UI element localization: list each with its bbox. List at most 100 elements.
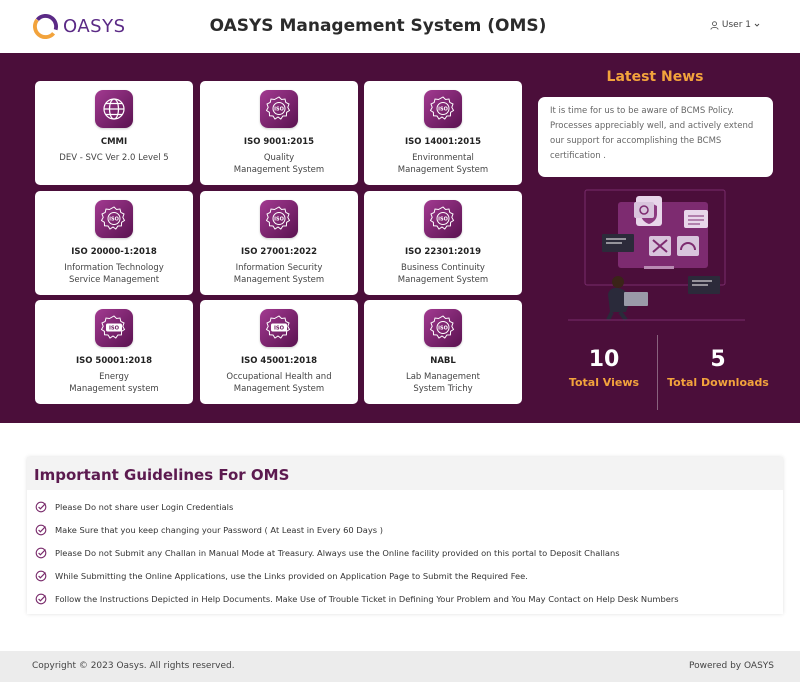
- card-subtitle-line: Lab Management: [405, 372, 481, 382]
- guideline-text: Make Sure that you keep changing your Pa…: [55, 525, 383, 536]
- card-title: ISO 20000-1:2018: [71, 247, 157, 257]
- card-subtitle-line: Management System: [233, 165, 325, 175]
- latest-news-heading: Latest News: [606, 69, 704, 85]
- certification-card[interactable]: ISO NABL Lab Management System Trichy: [364, 300, 522, 404]
- stats-panel: 10 Total Views 5 Total Downloads: [550, 335, 772, 410]
- card-subtitle: Occupational Health and Management System: [204, 371, 354, 395]
- iso-badge-icon: ISO: [95, 200, 133, 238]
- guidelines-list: Please Do not share user Login Credentia…: [27, 490, 783, 610]
- card-subtitle-line: Management System: [397, 165, 489, 175]
- user-menu-button[interactable]: User 1: [710, 20, 760, 30]
- hero-section: CMMI DEV - SVC Ver 2.0 Level 5 ISO ISO 9001…: [0, 53, 800, 423]
- card-subtitle: Lab Management System Trichy: [368, 371, 518, 395]
- certification-card[interactable]: ISO ISO 14001:2015 Environmental Management…: [364, 81, 522, 185]
- certification-card[interactable]: ISO ISO 20000-1:2018 Information Technolog…: [35, 191, 193, 295]
- page-footer: Copyright © 2023 Oasys. All rights reser…: [0, 651, 800, 682]
- total-views-stat: 10 Total Views: [550, 335, 658, 410]
- iso-badge-icon: ISO: [260, 90, 298, 128]
- card-title: ISO 27001:2022: [240, 247, 318, 257]
- check-circle-icon: [35, 593, 47, 604]
- certification-card[interactable]: ISO ISO 45001:2018 Occupational Health and…: [200, 300, 358, 404]
- guideline-item: While Submitting the Online Applications…: [35, 564, 775, 587]
- card-subtitle: Energy Management system: [39, 371, 189, 395]
- svg-text:ISO: ISO: [109, 325, 120, 331]
- iso-badge-icon: ISO: [424, 200, 462, 238]
- card-subtitle-line: Management System: [397, 275, 489, 285]
- user-icon: [710, 20, 719, 30]
- card-subtitle-line: Management System: [233, 384, 325, 394]
- guideline-item: Please Do not share user Login Credentia…: [35, 496, 775, 519]
- card-subtitle: Information Technology Service Management: [39, 262, 189, 286]
- card-subtitle-line: Environmental: [412, 153, 474, 163]
- check-circle-icon: [35, 547, 47, 559]
- card-subtitle-line: Occupational Health and: [226, 372, 332, 382]
- card-subtitle-line: Energy: [99, 372, 129, 382]
- total-downloads-value: 5: [710, 347, 726, 372]
- guidelines-heading: Important Guidelines For OMS: [27, 457, 783, 490]
- card-subtitle: DEV - SVC Ver 2.0 Level 5: [39, 152, 189, 164]
- certification-card[interactable]: ISO ISO 22301:2019 Business Continuity Mana…: [364, 191, 522, 295]
- card-subtitle-line: Business Continuity: [401, 263, 485, 273]
- certification-card[interactable]: ISO ISO 50001:2018 Energy Management system: [35, 300, 193, 404]
- check-circle-icon: [35, 502, 47, 513]
- iso-badge-icon: ISO: [260, 200, 298, 238]
- guideline-item: Follow the Instructions Depicted in Help…: [35, 587, 775, 610]
- guideline-text: While Submitting the Online Applications…: [55, 570, 528, 581]
- iso-badge-icon: ISO: [424, 90, 462, 128]
- svg-text:ISO: ISO: [274, 217, 284, 223]
- powered-by-text: Powered by OASYS: [688, 661, 774, 671]
- card-title: ISO 45001:2018: [240, 356, 318, 366]
- guideline-item: Make Sure that you keep changing your Pa…: [35, 519, 775, 542]
- iso-label-icon: ISO: [260, 309, 298, 347]
- certification-card[interactable]: ISO ISO 9001:2015 Quality Management System: [200, 81, 358, 185]
- card-title: ISO 9001:2015: [243, 137, 315, 147]
- guideline-text: Please Do not share user Login Credentia…: [55, 502, 234, 513]
- card-title: CMMI: [100, 137, 128, 147]
- svg-text:ISO: ISO: [274, 107, 284, 113]
- card-title: ISO 22301:2019: [404, 247, 482, 257]
- svg-text:ISO: ISO: [438, 217, 448, 223]
- card-subtitle: Environmental Management System: [368, 152, 518, 176]
- card-subtitle-line: DEV - SVC Ver 2.0 Level 5: [59, 153, 169, 163]
- certification-card[interactable]: ISO ISO 27001:2022 Information Security Man…: [200, 191, 358, 295]
- svg-text:ISO: ISO: [274, 325, 285, 331]
- card-title: ISO 50001:2018: [75, 356, 153, 366]
- card-subtitle-line: Service Management: [68, 275, 160, 285]
- latest-news-box: It is time for us to be aware of BCMS Po…: [538, 97, 773, 177]
- copyright-text: Copyright © 2023 Oasys. All rights reser…: [32, 661, 235, 671]
- card-subtitle-line: Information Security: [235, 263, 323, 273]
- check-circle-icon: [35, 570, 47, 582]
- guidelines-panel: Important Guidelines For OMS Please Do n…: [27, 457, 783, 614]
- globe-icon: [95, 90, 133, 128]
- guideline-text: Please Do not Submit any Challan in Manu…: [55, 547, 620, 558]
- total-downloads-label: Total Downloads: [667, 376, 769, 389]
- page-title: OASYS Management System (OMS): [209, 16, 547, 36]
- total-views-label: Total Views: [568, 376, 640, 389]
- chevron-down-icon: [754, 23, 760, 27]
- card-subtitle-line: Management System: [233, 275, 325, 285]
- stats-divider: [657, 335, 658, 410]
- card-subtitle: Quality Management System: [204, 152, 354, 176]
- card-title: ISO 14001:2015: [404, 137, 482, 147]
- user-name: User 1: [721, 20, 751, 30]
- iso-label-icon: ISO: [95, 309, 133, 347]
- card-subtitle: Business Continuity Management System: [368, 262, 518, 286]
- total-views-value: 10: [588, 347, 620, 372]
- card-subtitle-line: Management system: [69, 384, 159, 394]
- certification-card[interactable]: CMMI DEV - SVC Ver 2.0 Level 5: [35, 81, 193, 185]
- total-downloads-stat: 5 Total Downloads: [664, 335, 772, 410]
- top-header: OASYS OASYS Management System (OMS) User…: [0, 0, 800, 53]
- guideline-text: Follow the Instructions Depicted in Help…: [55, 593, 679, 604]
- svg-text:ISO: ISO: [438, 326, 448, 332]
- dashboard-illustration: [568, 189, 745, 322]
- card-subtitle-line: System Trichy: [413, 384, 473, 394]
- check-circle-icon: [35, 524, 47, 536]
- guideline-item: Please Do not Submit any Challan in Manu…: [35, 542, 775, 565]
- card-subtitle-line: Information Technology: [64, 263, 164, 273]
- svg-text:ISO: ISO: [438, 107, 448, 113]
- card-subtitle: Information Security Management System: [204, 262, 354, 286]
- card-title: NABL: [430, 356, 456, 366]
- card-subtitle-line: Quality: [263, 153, 295, 163]
- iso-badge-icon: ISO: [424, 309, 462, 347]
- svg-text:ISO: ISO: [109, 217, 119, 223]
